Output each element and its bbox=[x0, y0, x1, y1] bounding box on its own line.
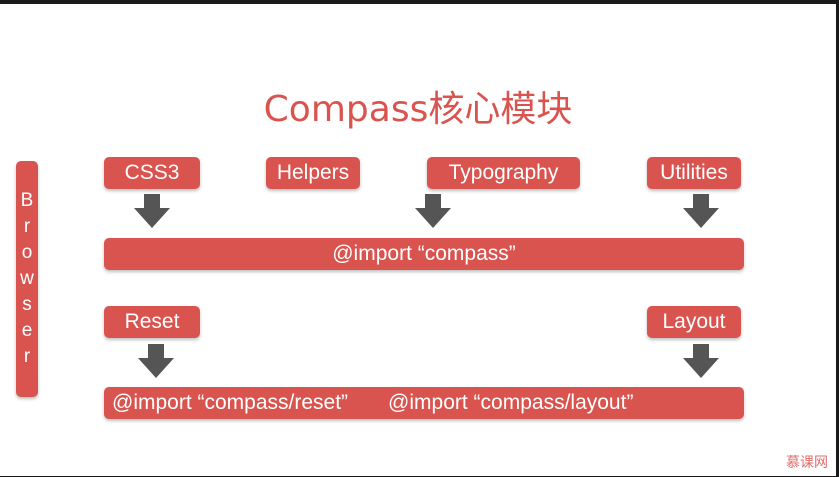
module-helpers: Helpers bbox=[266, 157, 360, 189]
browser-letter: e bbox=[21, 320, 33, 341]
down-arrow-icon bbox=[134, 194, 170, 228]
import-layout-text: @import “compass/layout” bbox=[388, 391, 634, 414]
module-utilities: Utilities bbox=[647, 157, 741, 189]
browser-label: B r o w s e r bbox=[16, 161, 38, 397]
slide: Compass核心模块 B r o w s e r CSS3 Helpers T… bbox=[0, 4, 836, 476]
down-arrow-icon bbox=[138, 344, 174, 378]
import-compass-bar: @import “compass” bbox=[104, 238, 744, 270]
browser-letter: o bbox=[21, 242, 33, 263]
slide-title: Compass核心模块 bbox=[263, 89, 573, 130]
watermark-logo: 慕课网 bbox=[786, 455, 828, 471]
browser-letter: r bbox=[23, 216, 31, 237]
module-layout: Layout bbox=[647, 306, 741, 338]
down-arrow-icon bbox=[683, 194, 719, 228]
import-reset-layout-bar: @import “compass/reset” @import “compass… bbox=[104, 387, 744, 419]
browser-letter: r bbox=[23, 346, 31, 367]
browser-letter: s bbox=[22, 294, 32, 315]
browser-letter: B bbox=[20, 190, 34, 211]
down-arrow-icon bbox=[683, 344, 719, 378]
browser-letter: w bbox=[20, 268, 34, 289]
module-css3: CSS3 bbox=[104, 157, 200, 189]
down-arrow-icon bbox=[415, 194, 451, 228]
import-reset-text: @import “compass/reset” bbox=[112, 391, 349, 414]
module-reset: Reset bbox=[104, 306, 200, 338]
module-typography: Typography bbox=[427, 157, 580, 189]
